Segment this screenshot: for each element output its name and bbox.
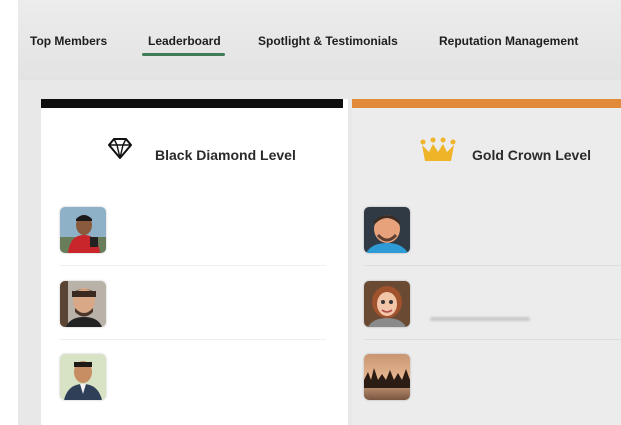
member-avatar[interactable] (60, 354, 106, 400)
tab-spotlight-testimonials[interactable]: Spotlight & Testimonials (258, 34, 398, 48)
row-divider (364, 339, 621, 340)
member-avatar[interactable] (60, 281, 106, 327)
member-avatar[interactable] (364, 354, 410, 400)
top-nav: Top Members Leaderboard Spotlight & Test… (18, 0, 621, 80)
black-diamond-accent-bar (41, 99, 343, 108)
gold-crown-accent-bar (352, 99, 621, 108)
member-avatar[interactable] (364, 207, 410, 253)
row-divider (60, 265, 326, 266)
leaderboard-page: Top Members Leaderboard Spotlight & Test… (18, 0, 621, 425)
member-name-redacted (430, 317, 530, 321)
member-avatar[interactable] (364, 281, 410, 327)
black-diamond-panel: Black Diamond Level (41, 99, 348, 425)
tab-reputation-management[interactable]: Reputation Management (439, 34, 578, 48)
gold-crown-panel: Gold Crown Level (352, 99, 621, 425)
tab-leaderboard[interactable]: Leaderboard (142, 34, 225, 56)
tab-top-members[interactable]: Top Members (30, 34, 107, 48)
row-divider (60, 339, 326, 340)
gold-crown-title: Gold Crown Level (472, 147, 592, 163)
row-divider (364, 265, 621, 266)
black-diamond-title: Black Diamond Level (155, 147, 296, 163)
member-avatar[interactable] (60, 207, 106, 253)
crown-icon (420, 137, 456, 168)
diamond-icon (107, 135, 133, 166)
